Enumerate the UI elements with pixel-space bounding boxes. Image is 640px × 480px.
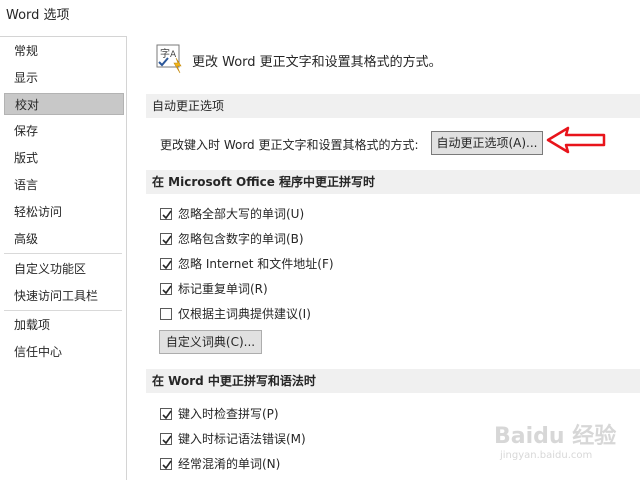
page-description: 更改 Word 更正文字和设置其格式的方式。 <box>192 55 442 70</box>
sidebar-item-proofing[interactable]: 校对 <box>4 93 124 115</box>
section-header-word-spelling-grammar: 在 Word 中更正拼写和语法时 <box>146 369 640 393</box>
sidebar-divider <box>4 310 122 311</box>
sidebar-item-display[interactable]: 显示 <box>4 67 124 89</box>
autocorrect-options-button[interactable]: 自动更正选项(A)... <box>431 131 543 155</box>
checkbox-label: 忽略全部大写的单词(U) <box>178 207 305 221</box>
checkbox-label: 键入时标记语法错误(M) <box>178 432 306 446</box>
checkbox-label: 经常混淆的单词(N) <box>178 457 281 471</box>
checkbox[interactable] <box>160 433 172 445</box>
autocorrect-description: 更改键入时 Word 更正文字和设置其格式的方式: <box>160 138 419 152</box>
sidebar-item-quick-access-toolbar[interactable]: 快速访问工具栏 <box>4 285 124 307</box>
checkbox-label: 仅根据主词典提供建议(I) <box>178 307 311 321</box>
checkbox[interactable] <box>160 458 172 470</box>
checkbox-label: 忽略 Internet 和文件地址(F) <box>178 257 334 271</box>
sidebar-item-accessibility[interactable]: 轻松访问 <box>4 201 124 223</box>
svg-text:字: 字 <box>160 47 170 60</box>
sidebar-item-advanced[interactable]: 高级 <box>4 228 124 250</box>
title-bar: Word 选项 <box>0 0 640 34</box>
checkbox-label: 键入时检查拼写(P) <box>178 407 279 421</box>
sidebar-item-general[interactable]: 常规 <box>4 40 124 62</box>
sidebar-divider <box>4 253 122 254</box>
sidebar-item-language[interactable]: 语言 <box>4 174 124 196</box>
proofing-icon: 字 A <box>156 44 186 74</box>
checkbox[interactable] <box>160 308 172 320</box>
watermark-url: jingyan.baidu.com <box>500 450 593 461</box>
watermark: Baidu 经验 jingyan.baidu.com <box>490 418 640 476</box>
watermark-text: Baidu 经验 <box>494 424 617 449</box>
arrow-left-icon <box>546 125 608 158</box>
checkbox[interactable] <box>160 258 172 270</box>
custom-dictionaries-button[interactable]: 自定义词典(C)... <box>159 330 262 354</box>
checkbox-label: 忽略包含数字的单词(B) <box>178 232 304 246</box>
checkbox[interactable] <box>160 208 172 220</box>
sidebar-item-add-ins[interactable]: 加载项 <box>4 314 124 336</box>
checkbox[interactable] <box>160 233 172 245</box>
section-header-office-spelling: 在 Microsoft Office 程序中更正拼写时 <box>146 170 640 194</box>
sidebar-item-trust-center[interactable]: 信任中心 <box>4 341 124 363</box>
sidebar-item-customize-ribbon[interactable]: 自定义功能区 <box>4 258 124 280</box>
checkbox[interactable] <box>160 283 172 295</box>
checkbox-label: 标记重复单词(R) <box>178 282 268 296</box>
window-title: Word 选项 <box>6 8 70 23</box>
sidebar-item-layout[interactable]: 版式 <box>4 147 124 169</box>
sidebar-item-save[interactable]: 保存 <box>4 120 124 142</box>
section-header-autocorrect: 自动更正选项 <box>146 94 640 118</box>
checkbox[interactable] <box>160 408 172 420</box>
